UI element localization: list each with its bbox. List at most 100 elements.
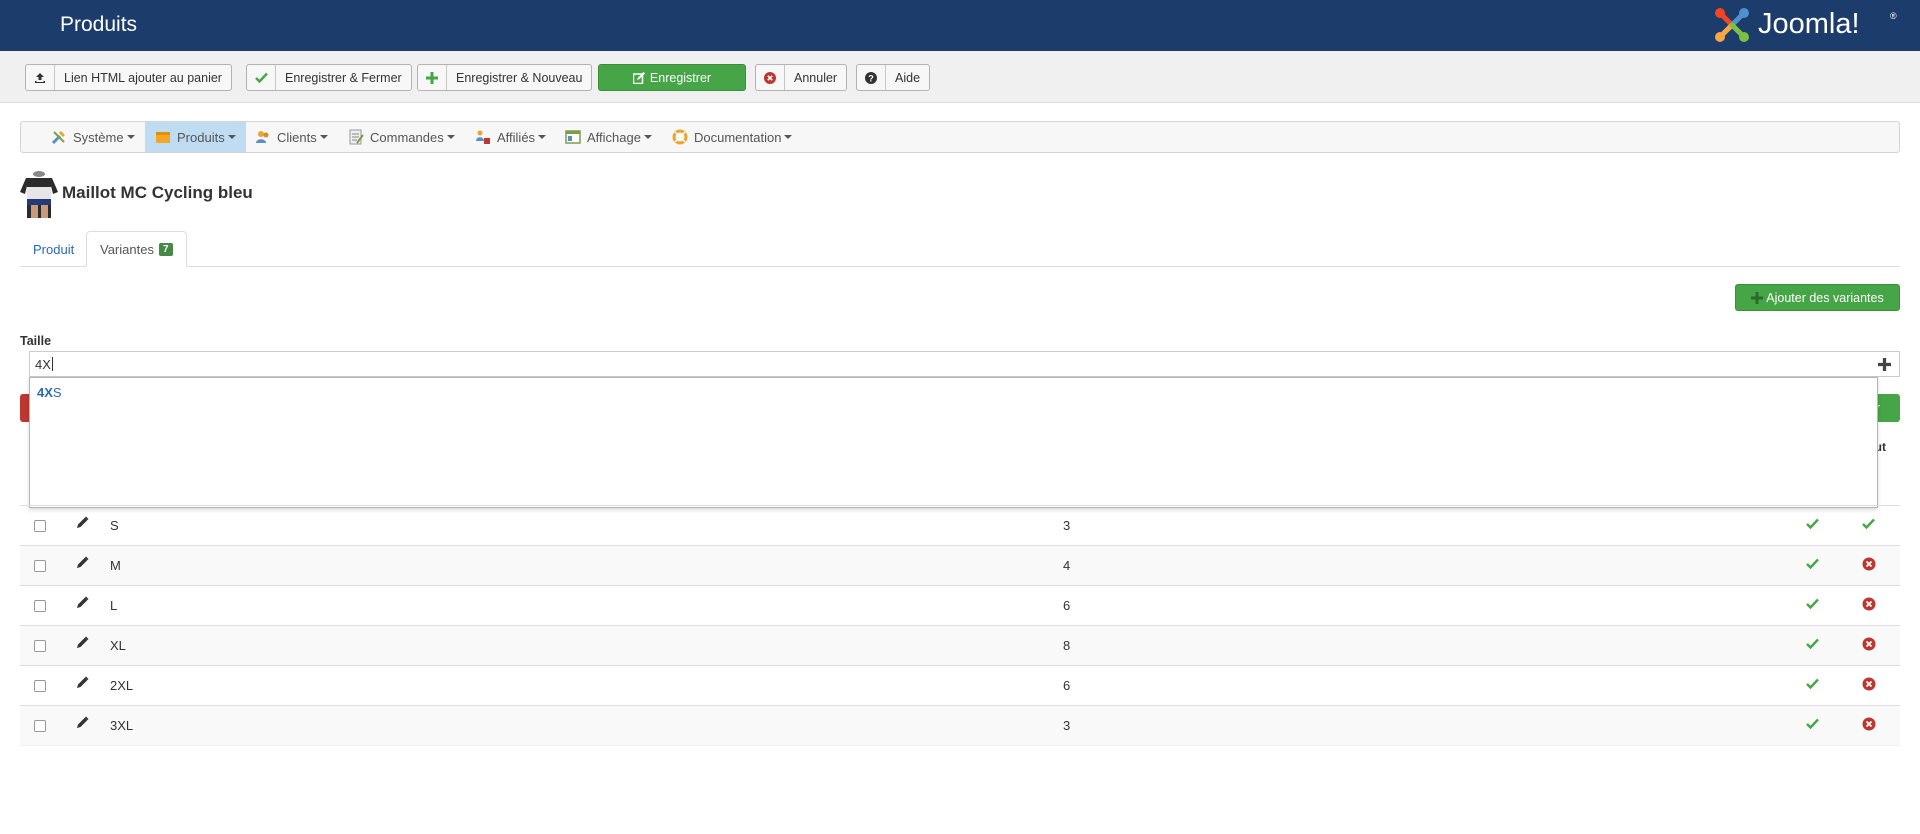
- suggestion-match: 4X: [37, 385, 53, 400]
- save-button-content: Enregistrer: [599, 65, 745, 90]
- published-check-icon[interactable]: [1806, 677, 1819, 692]
- display-icon: [565, 130, 581, 144]
- add-variants-button[interactable]: Ajouter des variantes: [1735, 284, 1900, 311]
- row-checkbox[interactable]: [34, 680, 46, 692]
- edit-pencil-icon[interactable]: [76, 716, 89, 732]
- variant-stock: 6: [1063, 678, 1071, 693]
- component-menu: Système Produits Clients Commandes Affil…: [20, 121, 1900, 153]
- nav-clients[interactable]: Clients: [255, 122, 328, 152]
- nav-clients-label: Clients: [277, 129, 317, 145]
- variant-name: 3XL: [110, 718, 134, 733]
- chevron-down-icon: [538, 135, 547, 139]
- edit-icon: [632, 71, 645, 84]
- nav-systeme[interactable]: Système: [51, 122, 135, 152]
- cancel-button[interactable]: Annuler: [755, 64, 848, 91]
- chevron-down-icon: [784, 135, 793, 139]
- chevron-down-icon: [227, 135, 236, 139]
- save-new-button[interactable]: Enregistrer & Nouveau: [417, 64, 593, 91]
- chevron-down-icon: [643, 135, 652, 139]
- taille-input[interactable]: 4X: [29, 351, 1900, 377]
- save-button[interactable]: Enregistrer: [598, 64, 746, 91]
- nav-produits-label: Produits: [177, 129, 225, 145]
- not-default-cross-icon[interactable]: [1862, 597, 1876, 614]
- check-icon: [247, 65, 276, 90]
- edit-pencil-icon[interactable]: [76, 556, 89, 572]
- table-row: 2XL 6: [20, 665, 1900, 705]
- suggestion-item[interactable]: 4XS: [37, 385, 62, 400]
- row-checkbox[interactable]: [34, 600, 46, 612]
- save-close-button[interactable]: Enregistrer & Fermer: [246, 64, 412, 91]
- tab-variantes[interactable]: Variantes 7: [86, 231, 187, 267]
- not-default-cross-icon[interactable]: [1862, 637, 1876, 654]
- text-cursor: [51, 357, 53, 371]
- logo-text: Joomla!: [1758, 8, 1860, 40]
- affiliates-icon: [476, 130, 490, 144]
- app-header: Produits Joomla! ®: [0, 0, 1920, 51]
- published-check-icon[interactable]: [1806, 517, 1819, 532]
- published-check-icon[interactable]: [1806, 637, 1819, 652]
- taille-input-value: 4X: [35, 356, 51, 372]
- row-checkbox[interactable]: [34, 640, 46, 652]
- save-new-label: Enregistrer & Nouveau: [456, 70, 583, 85]
- edit-pencil-icon[interactable]: [76, 516, 89, 532]
- not-default-cross-icon[interactable]: [1862, 717, 1876, 734]
- chevron-down-icon: [126, 135, 135, 139]
- page-title: Produits: [60, 13, 138, 36]
- not-default-cross-icon[interactable]: [1862, 557, 1876, 574]
- edit-pencil-icon[interactable]: [76, 636, 89, 652]
- joomla-logo[interactable]: Joomla! ®: [1712, 5, 1897, 45]
- toolbar: Lien HTML ajouter au panier Enregistrer …: [0, 51, 1920, 103]
- variant-stock: 8: [1063, 638, 1071, 653]
- users-icon: [256, 131, 269, 143]
- product-title: Maillot MC Cycling bleu: [62, 183, 253, 202]
- row-checkbox[interactable]: [34, 520, 46, 532]
- row-checkbox[interactable]: [34, 560, 46, 572]
- nav-affilies-label: Affiliés: [497, 129, 536, 145]
- table-row: XL 8: [20, 625, 1900, 665]
- orders-icon: [349, 129, 364, 145]
- variant-name: 2XL: [110, 678, 134, 693]
- nav-commandes[interactable]: Commandes: [348, 122, 455, 152]
- table-row: 3XL 3: [20, 705, 1900, 745]
- help-ring-icon: [672, 129, 688, 145]
- add-to-cart-link-button[interactable]: Lien HTML ajouter au panier: [25, 64, 232, 91]
- nav-affichage[interactable]: Affichage: [565, 122, 652, 152]
- published-check-icon[interactable]: [1806, 597, 1819, 612]
- default-check-icon[interactable]: [1862, 517, 1875, 532]
- variant-name: S: [110, 518, 119, 533]
- not-default-cross-icon[interactable]: [1862, 677, 1876, 694]
- help-button[interactable]: ? Aide: [856, 64, 931, 91]
- save-label: Enregistrer: [649, 70, 712, 85]
- nav-systeme-label: Système: [73, 129, 124, 145]
- variant-stock: 4: [1063, 558, 1071, 573]
- published-check-icon[interactable]: [1806, 717, 1819, 732]
- save-close-label: Enregistrer & Fermer: [285, 70, 402, 85]
- published-check-icon[interactable]: [1806, 557, 1819, 572]
- nav-produits[interactable]: Produits: [145, 122, 246, 152]
- variant-count-badge: 7: [158, 242, 173, 256]
- add-to-cart-link-label: Lien HTML ajouter au panier: [64, 70, 222, 85]
- help-icon: ?: [857, 65, 886, 90]
- variant-stock: 3: [1063, 718, 1071, 733]
- edit-pencil-icon[interactable]: [76, 596, 89, 612]
- suggestion-rest: S: [52, 385, 62, 400]
- help-label: Aide: [895, 70, 921, 85]
- nav-affichage-label: Affichage: [587, 129, 641, 145]
- upload-icon: [26, 65, 55, 90]
- tab-produit[interactable]: Produit: [20, 231, 87, 267]
- plus-icon: [418, 65, 447, 90]
- table-row: L6: [20, 585, 1900, 625]
- add-size-button[interactable]: [1878, 356, 1891, 376]
- taille-label: Taille: [20, 334, 52, 348]
- tab-variantes-label: Variantes: [100, 241, 154, 257]
- product-thumbnail: [20, 170, 58, 220]
- nav-documentation[interactable]: Documentation: [672, 122, 793, 152]
- nav-commandes-label: Commandes: [370, 129, 444, 145]
- variant-name: L: [110, 598, 118, 613]
- row-checkbox[interactable]: [34, 720, 46, 732]
- tabs-divider: [20, 266, 1900, 267]
- nav-affilies[interactable]: Affiliés: [475, 122, 547, 152]
- tab-produit-label: Produit: [33, 241, 75, 257]
- box-icon: [156, 132, 170, 143]
- edit-pencil-icon[interactable]: [76, 676, 89, 692]
